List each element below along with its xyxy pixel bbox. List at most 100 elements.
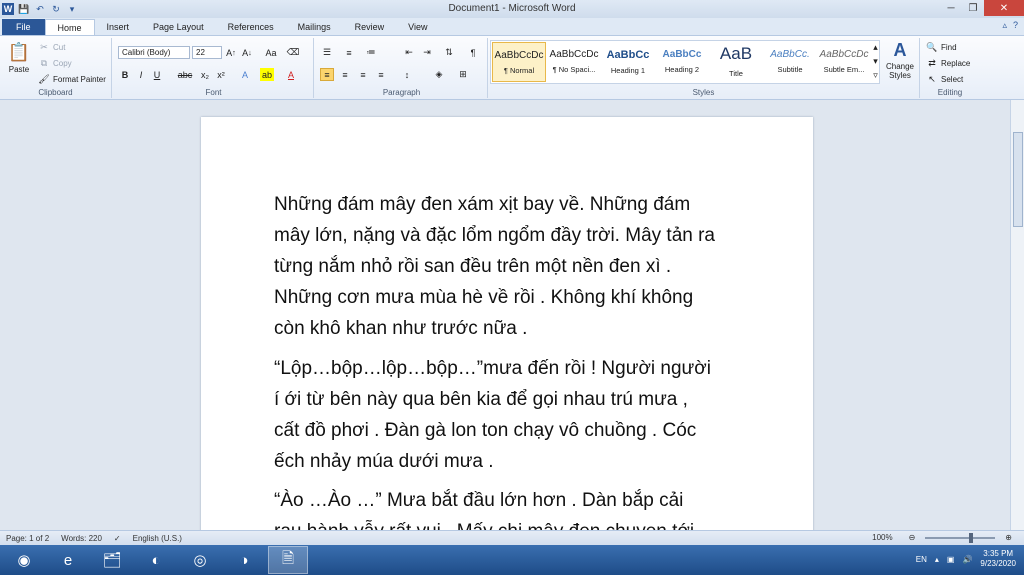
tab-view[interactable]: View — [396, 19, 439, 35]
numbering-icon[interactable]: ≡ — [342, 46, 356, 59]
brush-icon: 🖌 — [38, 74, 50, 84]
paragraph-1[interactable]: Những đám mây đen xám xịt bay về. Những … — [274, 189, 754, 344]
edge-icon[interactable]: ◐ — [136, 546, 176, 574]
paste-button[interactable]: 📋 Paste — [6, 42, 32, 74]
binoculars-icon: 🔍 — [926, 42, 938, 52]
zoom-slider-thumb[interactable] — [969, 532, 974, 543]
proofing-icon[interactable]: ✓ — [114, 534, 121, 543]
language-indicator[interactable]: English (U.S.) — [133, 534, 182, 543]
clock[interactable]: 3:35 PM 9/23/2020 — [980, 549, 1016, 569]
grow-font-icon[interactable]: A ↑ — [224, 46, 238, 59]
align-right-icon[interactable]: ≡ — [356, 68, 370, 81]
tab-mailings[interactable]: Mailings — [286, 19, 343, 35]
styles-more-icon[interactable]: ▿ — [871, 69, 880, 82]
styles-scroll-down-icon[interactable]: ▾ — [871, 55, 880, 68]
network-icon[interactable]: ▣ — [947, 555, 955, 564]
style-no-spacing[interactable]: AaBbCcDc ¶ No Spaci... — [547, 42, 601, 82]
close-button[interactable]: ✕ — [984, 0, 1024, 16]
decrease-indent-icon[interactable]: ⇤ — [402, 46, 416, 59]
style-heading-1[interactable]: AaBbCc Heading 1 — [601, 42, 655, 82]
strikethrough-icon[interactable]: abc — [178, 68, 193, 81]
style-title[interactable]: AaB Title — [709, 42, 763, 82]
font-name-select[interactable]: Calibri (Body) — [118, 46, 190, 59]
language-tray[interactable]: EN — [916, 555, 927, 564]
document-area: Những đám mây đen xám xịt bay về. Những … — [0, 100, 1010, 530]
styles-label: Styles — [692, 88, 715, 97]
text-effects-icon[interactable]: A — [238, 68, 252, 81]
tray-up-icon[interactable]: ▴ — [935, 555, 939, 564]
zoom-level[interactable]: 100% — [872, 533, 892, 542]
tab-insert[interactable]: Insert — [95, 19, 142, 35]
italic-icon[interactable]: I — [134, 68, 148, 81]
superscript-icon[interactable]: x² — [214, 68, 228, 81]
zoom-in-icon[interactable]: ⊕ — [1005, 533, 1012, 542]
chrome-icon[interactable]: ◎ — [180, 546, 220, 574]
minimize-ribbon-icon[interactable]: ▵ — [1002, 20, 1007, 31]
replace-button[interactable]: ⇄ Replace — [926, 58, 970, 69]
minimize-button[interactable]: ─ — [940, 0, 962, 16]
justify-icon[interactable]: ≡ — [374, 68, 388, 81]
cut-button[interactable]: ✂ Cut — [38, 42, 65, 53]
bullets-icon[interactable]: ☰ — [320, 46, 334, 59]
maximize-button[interactable]: ❐ — [962, 0, 984, 16]
align-left-icon[interactable]: ≡ — [320, 68, 334, 81]
start-button[interactable]: ◉ — [4, 546, 44, 574]
clear-formatting-icon[interactable]: ⌫ — [286, 46, 300, 59]
format-painter-button[interactable]: 🖌 Format Painter — [38, 74, 106, 85]
style-subtitle[interactable]: AaBbCc. Subtitle — [763, 42, 817, 82]
edge-browser-icon[interactable]: ◑ — [224, 546, 264, 574]
show-marks-icon[interactable]: ¶ — [466, 46, 480, 59]
ribbon-right-controls: ▵ ? — [1002, 20, 1018, 31]
paragraph-label: Paragraph — [382, 88, 421, 97]
style-heading-2[interactable]: AaBbCc Heading 2 — [655, 42, 709, 82]
volume-icon[interactable]: 🔊 — [962, 555, 972, 564]
change-styles-button[interactable]: A Change Styles — [882, 40, 918, 80]
select-button[interactable]: ↖ Select — [926, 74, 963, 85]
subscript-icon[interactable]: x₂ — [198, 68, 212, 81]
page-count[interactable]: Page: 1 of 2 — [6, 534, 49, 543]
tab-file[interactable]: File — [2, 19, 45, 35]
change-case-icon[interactable]: Aa — [264, 46, 278, 59]
styles-gallery: AaBbCcDc ¶ Normal AaBbCcDc ¶ No Spaci...… — [490, 40, 880, 84]
sort-icon[interactable]: ⇅ — [442, 46, 456, 59]
style-normal[interactable]: AaBbCcDc ¶ Normal — [492, 42, 546, 82]
bold-icon[interactable]: B — [118, 68, 132, 81]
find-button[interactable]: 🔍 Find — [926, 42, 956, 53]
help-icon[interactable]: ? — [1013, 20, 1018, 31]
scrollbar-thumb[interactable] — [1013, 132, 1023, 227]
borders-icon[interactable]: ⊞ — [456, 68, 470, 81]
window-title: Document1 - Microsoft Word — [448, 3, 576, 14]
copy-icon: ⧉ — [40, 58, 48, 68]
paragraph-3[interactable]: “Ào …Ào …” Mưa bắt đầu lớn hơn . Dàn bắp… — [274, 485, 754, 530]
line-spacing-icon[interactable]: ↕ — [400, 68, 414, 81]
zoom-slider[interactable] — [925, 532, 996, 543]
tab-references[interactable]: References — [216, 19, 286, 35]
file-explorer-icon[interactable]: 🗂 — [92, 546, 132, 574]
font-size-select[interactable]: 22 — [192, 46, 222, 59]
document-page[interactable]: Những đám mây đen xám xịt bay về. Những … — [201, 117, 813, 530]
shrink-font-icon[interactable]: A ↓ — [240, 46, 254, 59]
underline-icon[interactable]: U — [150, 68, 164, 81]
tab-review[interactable]: Review — [343, 19, 397, 35]
styles-scroll-up-icon[interactable]: ▴ — [871, 41, 880, 54]
vertical-scrollbar[interactable] — [1010, 100, 1024, 530]
font-group: Calibri (Body) 22 A ↑ A ↓ Aa ⌫ B I U abc x… — [114, 38, 314, 98]
multilevel-list-icon[interactable]: ≔ — [364, 46, 378, 59]
highlight-icon[interactable]: ab — [260, 68, 274, 81]
zoom-out-icon[interactable]: ⊖ — [909, 533, 916, 542]
window-controls: ─ ❐ ✕ — [940, 0, 1024, 16]
copy-button[interactable]: ⧉ Copy — [38, 58, 72, 69]
shading-icon[interactable]: ◈ — [432, 68, 446, 81]
style-subtle-emphasis[interactable]: AaBbCcDc Subtle Em... — [817, 42, 871, 82]
align-center-icon[interactable]: ≡ — [338, 68, 352, 81]
font-color-icon[interactable]: A — [284, 68, 298, 81]
ie-icon[interactable]: e — [48, 546, 88, 574]
tab-page-layout[interactable]: Page Layout — [141, 19, 216, 35]
change-styles-icon: A — [893, 40, 907, 60]
increase-indent-icon[interactable]: ⇥ — [420, 46, 434, 59]
tab-home[interactable]: Home — [44, 19, 95, 35]
paragraph-2[interactable]: “Lộp…bộp…lộp…bộp…”mưa đến rồi ! Người ng… — [274, 353, 754, 477]
system-tray: EN ▴ ▣ 🔊 3:35 PM 9/23/2020 — [916, 549, 1016, 569]
word-document-icon[interactable]: 🗎 — [268, 546, 308, 574]
word-count[interactable]: Words: 220 — [61, 534, 102, 543]
